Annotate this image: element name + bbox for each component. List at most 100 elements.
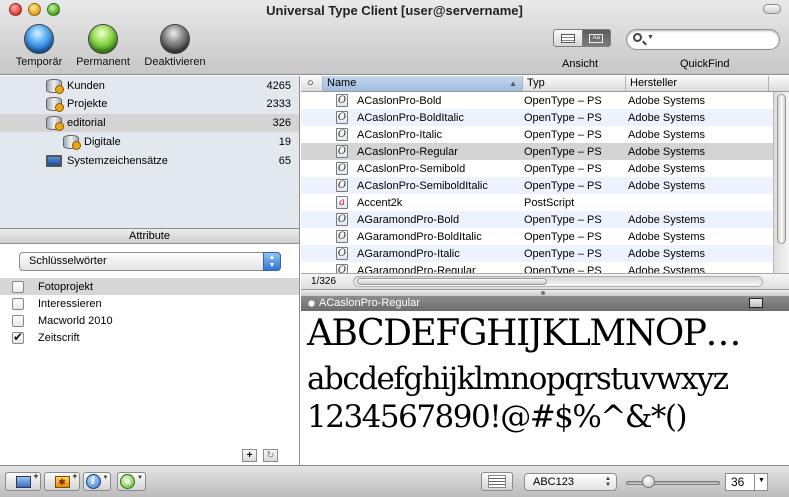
preview-header: ACaslonPro-Regular <box>301 296 789 311</box>
deactivate-label: Deaktivieren <box>144 56 206 68</box>
source-digitale[interactable]: Digitale 19 <box>0 133 299 151</box>
preview-options-button[interactable] <box>749 298 763 308</box>
attributes-panel: Schlüsselwörter ▲ ▼ Fotoprojekt Interessi… <box>0 244 300 465</box>
table-row[interactable]: O AGaramondPro-Regular OpenType – PS Ado… <box>301 262 773 273</box>
sample-text-select[interactable]: ABC123 ▲ ▼ <box>524 473 617 491</box>
keyword-checkbox[interactable] <box>12 297 24 310</box>
opentype-font-icon: O <box>336 179 348 192</box>
maker-column-label: Hersteller <box>630 77 678 89</box>
quickfind-label: QuickFind <box>680 58 730 70</box>
list-view-button[interactable] <box>554 30 582 46</box>
gray-orb-icon <box>160 24 190 54</box>
preview-uppercase: ABCDEFGHIJKLMNOP… <box>307 313 742 354</box>
table-row[interactable]: O AGaramondPro-BoldItalic OpenType – PS … <box>301 228 773 245</box>
status-column-header[interactable]: ○ <box>301 76 323 91</box>
font-size-dropdown-icon[interactable]: ▼ <box>754 473 768 491</box>
add-keyword-button[interactable]: + <box>242 449 257 462</box>
add-set-icon <box>15 471 39 488</box>
info-button[interactable]: i ▼ <box>83 472 111 491</box>
opentype-font-icon: O <box>336 213 348 226</box>
horizontal-scroll-thumb[interactable] <box>357 278 547 285</box>
source-systemzeichensaetze[interactable]: Systemzeichensätze 65 <box>0 152 299 170</box>
keyword-label: Zeitscrift <box>38 331 80 344</box>
font-list-horizontal-scrollbar[interactable] <box>353 276 763 287</box>
deactivate-button[interactable]: Deaktivieren <box>140 24 210 68</box>
source-projekte[interactable]: Projekte 2333 <box>0 95 299 113</box>
opentype-font-icon: O <box>336 145 348 158</box>
monitor-icon <box>46 155 62 167</box>
status-dot-icon: ○ <box>307 77 314 89</box>
font-name-cell: AGaramondPro-Italic <box>357 247 460 260</box>
keyword-row-fotoprojekt[interactable]: Fotoprojekt <box>0 278 299 295</box>
font-list-header: ○ Name ▲ Typ Hersteller <box>301 76 789 92</box>
table-row[interactable]: O AGaramondPro-Italic OpenType – PS Adob… <box>301 245 773 262</box>
font-maker-cell: Adobe Systems <box>628 264 706 274</box>
table-row[interactable]: O ACaslonPro-Bold OpenType – PS Adobe Sy… <box>301 92 773 109</box>
search-menu-caret-icon[interactable]: ▼ <box>647 34 654 41</box>
permanent-activate-button[interactable]: Permanent <box>72 24 134 68</box>
size-slider[interactable] <box>626 481 720 485</box>
font-type-cell: PostScript <box>524 196 575 209</box>
type-column-header[interactable]: Typ <box>523 76 626 91</box>
size-slider-thumb[interactable] <box>642 475 656 488</box>
table-row[interactable]: O AGaramondPro-Bold OpenType – PS Adobe … <box>301 211 773 228</box>
view-label: Ansicht <box>562 58 599 70</box>
table-row-selected[interactable]: O ACaslonPro-Regular OpenType – PS Adobe… <box>301 143 773 160</box>
font-size-value[interactable]: 36 <box>731 475 744 489</box>
table-row[interactable]: O ACaslonPro-Semibold OpenType – PS Adob… <box>301 160 773 177</box>
temporary-label: Temporär <box>15 56 63 68</box>
activation-menu-button[interactable]: a ▼ <box>117 472 146 491</box>
refresh-keyword-button[interactable]: ↻ <box>263 449 278 462</box>
font-type-cell: OpenType – PS <box>524 128 602 141</box>
source-kunden[interactable]: Kunden 4265 <box>0 77 299 95</box>
table-row[interactable]: O ACaslonPro-Italic OpenType – PS Adobe … <box>301 126 773 143</box>
font-name-cell: ACaslonPro-Bold <box>357 94 442 107</box>
activation-icon: a <box>120 474 136 489</box>
source-name: Projekte <box>67 98 108 110</box>
keyword-row-interessieren[interactable]: Interessieren <box>0 295 299 312</box>
keyword-checkbox[interactable] <box>12 280 24 293</box>
source-count: 19 <box>278 136 291 148</box>
preview-view-button[interactable]: Aa <box>581 30 610 46</box>
keyword-row-macworld[interactable]: Macworld 2010 <box>0 312 299 329</box>
preview-view-icon: Aa <box>589 33 604 43</box>
keyword-row-zeitscrift[interactable]: Zeitscrift <box>0 329 299 346</box>
keyword-checkbox-checked[interactable] <box>12 330 24 344</box>
table-row[interactable]: a Accent2k PostScript <box>301 194 773 211</box>
split-view-divider[interactable] <box>301 289 789 296</box>
table-row[interactable]: O ACaslonPro-SemiboldItalic OpenType – P… <box>301 177 773 194</box>
opentype-font-icon: O <box>336 162 348 175</box>
font-type-cell: OpenType – PS <box>524 247 602 260</box>
temporary-activate-button[interactable]: Temporär <box>11 24 67 68</box>
table-row[interactable]: O ACaslonPro-BoldItalic OpenType – PS Ad… <box>301 109 773 126</box>
add-keyword-toolbar-button[interactable]: ✱ <box>44 471 80 491</box>
green-orb-icon <box>88 24 118 54</box>
attribute-type-select[interactable]: Schlüsselwörter ▲ ▼ <box>19 252 281 271</box>
extra-column-header[interactable] <box>769 76 789 91</box>
vertical-scroll-thumb[interactable] <box>777 94 786 244</box>
font-type-cell: OpenType – PS <box>524 145 602 158</box>
quickfind-search-field[interactable]: ▼ <box>626 29 780 50</box>
opentype-font-icon: O <box>336 230 348 243</box>
font-maker-cell: Adobe Systems <box>628 247 706 260</box>
opentype-font-icon: O <box>336 247 348 260</box>
add-set-button[interactable] <box>5 471 41 491</box>
sample-text-button[interactable] <box>481 472 513 491</box>
sample-text-value: ABC123 <box>533 476 574 488</box>
keyword-checkbox[interactable] <box>12 314 24 327</box>
source-editorial[interactable]: editorial 326 <box>0 114 299 132</box>
font-count-label: 1/326 <box>311 276 337 287</box>
maker-column-header[interactable]: Hersteller <box>626 76 769 91</box>
font-list-vertical-scrollbar[interactable] <box>773 92 789 273</box>
database-icon <box>46 97 64 112</box>
name-column-header[interactable]: Name ▲ <box>323 76 523 91</box>
database-icon <box>46 116 64 131</box>
text-lines-icon <box>488 475 506 488</box>
attributes-header: Attribute <box>0 228 300 244</box>
divider-grip-icon <box>541 291 545 295</box>
select-arrows-icon[interactable]: ▲ ▼ <box>263 252 281 271</box>
refresh-icon: ↻ <box>266 450 275 461</box>
view-toggle[interactable]: Aa <box>553 29 611 47</box>
font-type-cell: OpenType – PS <box>524 264 602 274</box>
window-title: Universal Type Client [user@servername] <box>266 3 523 18</box>
